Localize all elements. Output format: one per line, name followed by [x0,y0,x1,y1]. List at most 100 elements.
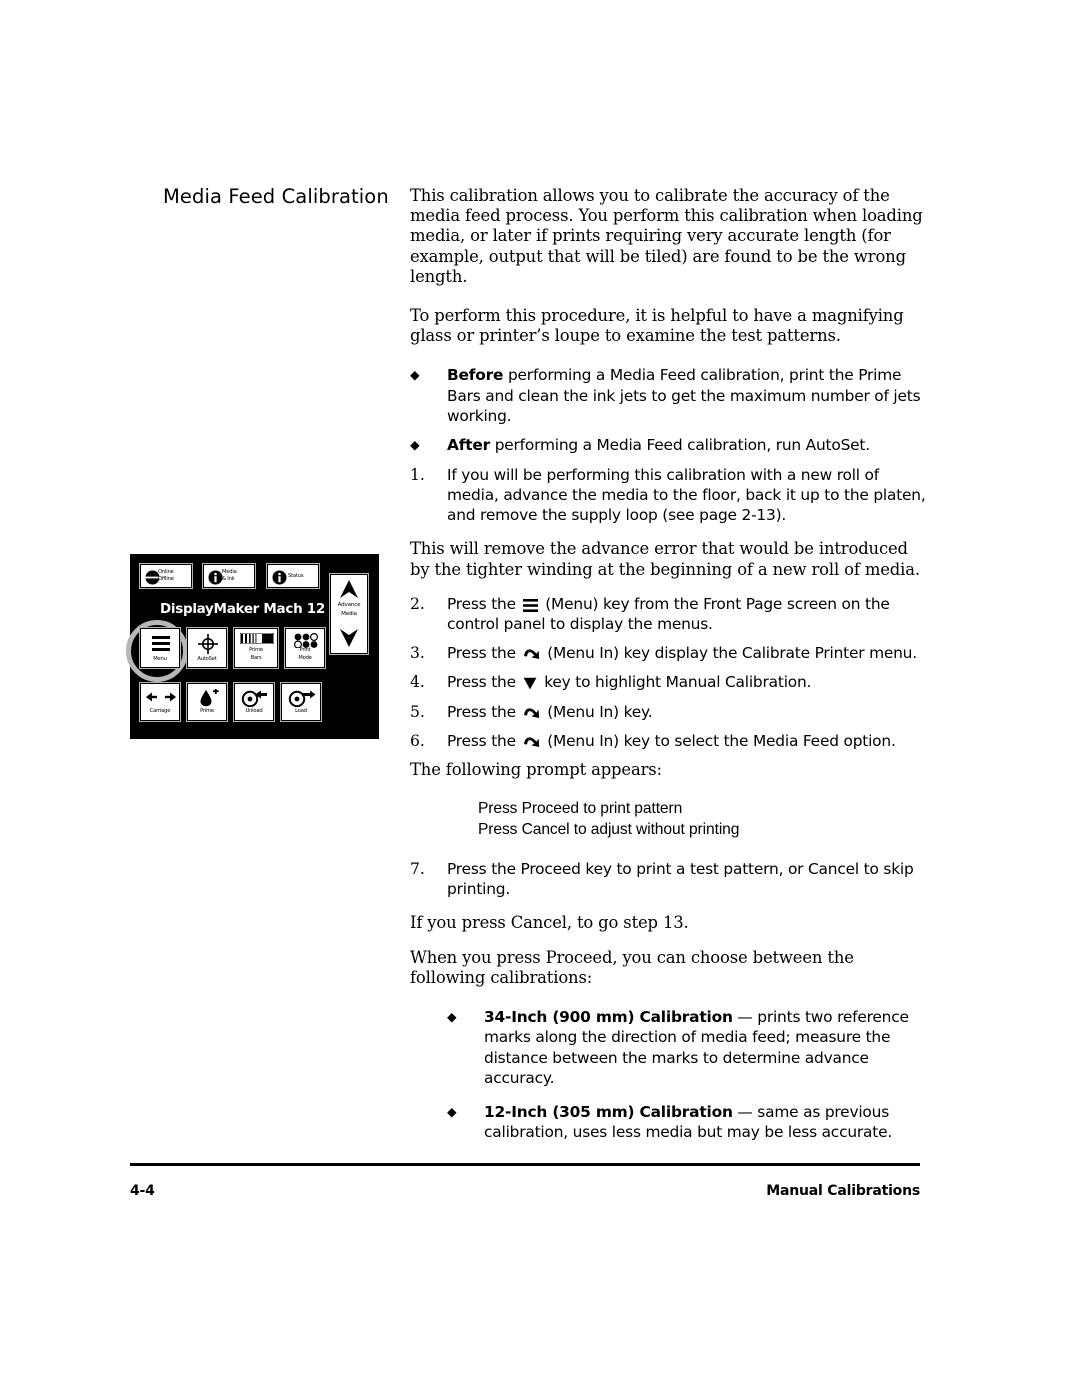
step-6-text-a: Press the [447,731,521,750]
bullet-icon: ◆ [410,367,420,383]
key-label-online: Online [158,569,174,575]
step-6: 6. Press the (Menu In) key to select the… [410,731,932,751]
step-7-number: 7. [410,860,425,879]
control-panel-key-prime-bars[interactable]: Prime Bars [233,627,279,669]
step-1-note: This will remove the advance error that … [410,539,920,579]
key-label-menu: Menu [153,656,167,662]
autoset-crosshair-icon [198,634,218,654]
step-4-text: Press the key to highlight Manual Calibr… [447,672,932,692]
note-after-rest: performing a Media Feed calibration, run… [490,436,870,455]
key-label-prime: Prime [249,647,263,653]
key-label-autoset: AutoSet [197,656,217,662]
control-panel-brand: DisplayMaker Mach 12 [160,601,325,617]
prime-bars-icon [240,633,274,644]
calibration-option-12-inch: ◆ 12-Inch (305 mm) Calibration — same as… [447,1102,932,1142]
info-icon [272,570,287,584]
print-mode-dots-icon [294,633,318,648]
load-roll-icon [288,690,316,707]
key-label-load: Load [295,708,307,714]
control-panel-key-media-ink[interactable]: Media & Ink [202,563,256,589]
step-6-note: The following prompt appears: [410,760,662,780]
step-7-note-1: If you press Cancel, to go step 13. [410,913,689,933]
control-panel-key-prime[interactable]: Prime [186,682,228,722]
note-after-text: After performing a Media Feed calibratio… [447,435,932,455]
key-label-carriage: Carriage [149,708,171,714]
footer-divider [130,1163,920,1166]
up-arrow-icon [340,580,358,598]
down-arrow-key-icon [523,677,537,690]
key-label-unload: Unload [245,708,263,714]
step-3-text-b: (Menu In) key display the Calibrate Prin… [542,644,917,663]
key-label-ink: & Ink [222,576,235,582]
step-1-text: If you will be performing this calibrati… [447,465,926,525]
bullet-icon: ◆ [410,437,420,453]
step-1: 1. If you will be performing this calibr… [410,465,932,526]
note-before-text: Before performing a Media Feed calibrati… [447,365,932,426]
calibration-option-12-inch-text: 12-Inch (305 mm) Calibration — same as p… [484,1102,932,1142]
step-2-number: 2. [410,594,425,613]
menu-in-key-icon [523,735,540,749]
menu-icon [152,636,170,651]
down-arrow-icon [340,629,358,647]
calibration-option-34-inch-lead: 34-Inch (900 mm) Calibration [484,1008,733,1027]
footer-section-title: Manual Calibrations [766,1183,920,1199]
control-panel-key-load[interactable]: Load [280,682,322,722]
menu-key-icon [522,598,538,612]
document-page: Media Feed Calibration This calibration … [0,0,1080,1397]
printer-prompt-block: Press Proceed to print pattern Press Can… [478,799,932,840]
step-5-number: 5. [410,702,425,721]
step-3-text-a: Press the [447,644,521,663]
step-2: 2. Press the (Menu) key from the Front P… [410,594,932,634]
unload-roll-icon [241,690,267,707]
key-label-offline: Offline [158,576,174,582]
step-5-text-a: Press the [447,702,521,721]
menu-in-key-icon [523,706,540,720]
calibration-option-12-inch-lead: 12-Inch (305 mm) Calibration [484,1102,733,1121]
body-column: This calibration allows you to calibrate… [410,186,932,1142]
ink-drop-plus-icon [200,689,219,707]
step-4: 4. Press the key to highlight Manual Cal… [410,672,932,692]
step-5-text-b: (Menu In) key. [542,702,653,721]
carriage-arrows-icon [146,692,176,702]
note-before-rest: performing a Media Feed calibration, pri… [447,366,921,425]
control-panel-key-autoset[interactable]: AutoSet [186,627,228,669]
bullet-icon: ◆ [447,1009,457,1025]
prompt-line-1: Press Proceed to print pattern [478,800,683,818]
intro-paragraph-2: To perform this procedure, it is helpful… [410,306,904,346]
step-3: 3. Press the (Menu In) key display the C… [410,643,932,663]
menu-in-key-icon [523,647,540,661]
key-label-status: Status [288,573,304,579]
step-3-number: 3. [410,644,425,663]
step-7-note-2: When you press Proceed, you can choose b… [410,947,854,987]
key-label-prime: Prime [200,708,214,714]
step-3-text: Press the (Menu In) key display the Cali… [447,643,932,663]
step-6-number: 6. [410,731,425,750]
note-before-lead: Before [447,366,504,385]
note-after: ◆ After performing a Media Feed calibrat… [410,435,932,456]
footer-page-number: 4-4 [130,1183,155,1199]
control-panel-key-carriage[interactable]: Carriage [139,682,181,722]
calibration-option-34-inch: ◆ 34-Inch (900 mm) Calibration — prints … [447,1007,932,1088]
key-label-print: Print [299,647,311,653]
control-panel-key-menu[interactable]: Menu [139,627,181,669]
bullet-icon: ◆ [447,1103,457,1119]
prompt-line-2: Press Cancel to adjust without printing [478,820,740,838]
step-5-text: Press the (Menu In) key. [447,702,932,722]
info-icon [208,570,223,584]
step-1-number: 1. [410,465,425,484]
step-7-text: Press the Proceed key to print a test pa… [447,860,914,899]
control-panel-key-online-offline[interactable]: Online Offline [139,563,193,589]
control-panel-key-unload[interactable]: Unload [233,682,275,722]
step-4-number: 4. [410,673,425,692]
control-panel-key-status[interactable]: Status [266,563,320,589]
step-4-text-a: Press the [447,673,521,692]
control-panel-illustration: Online Offline Media & Ink Status Advanc… [126,554,379,739]
note-after-lead: After [447,436,490,455]
page-title: Media Feed Calibration [163,185,389,208]
calibration-option-34-inch-text: 34-Inch (900 mm) Calibration — prints tw… [484,1007,932,1088]
control-panel-key-print-mode[interactable]: Print Mode [284,627,326,669]
step-4-text-b: key to highlight Manual Calibration. [539,673,812,692]
step-2-text-a: Press the [447,594,521,613]
key-label-mode: Mode [298,655,312,661]
key-label-bars: Bars [250,655,262,661]
